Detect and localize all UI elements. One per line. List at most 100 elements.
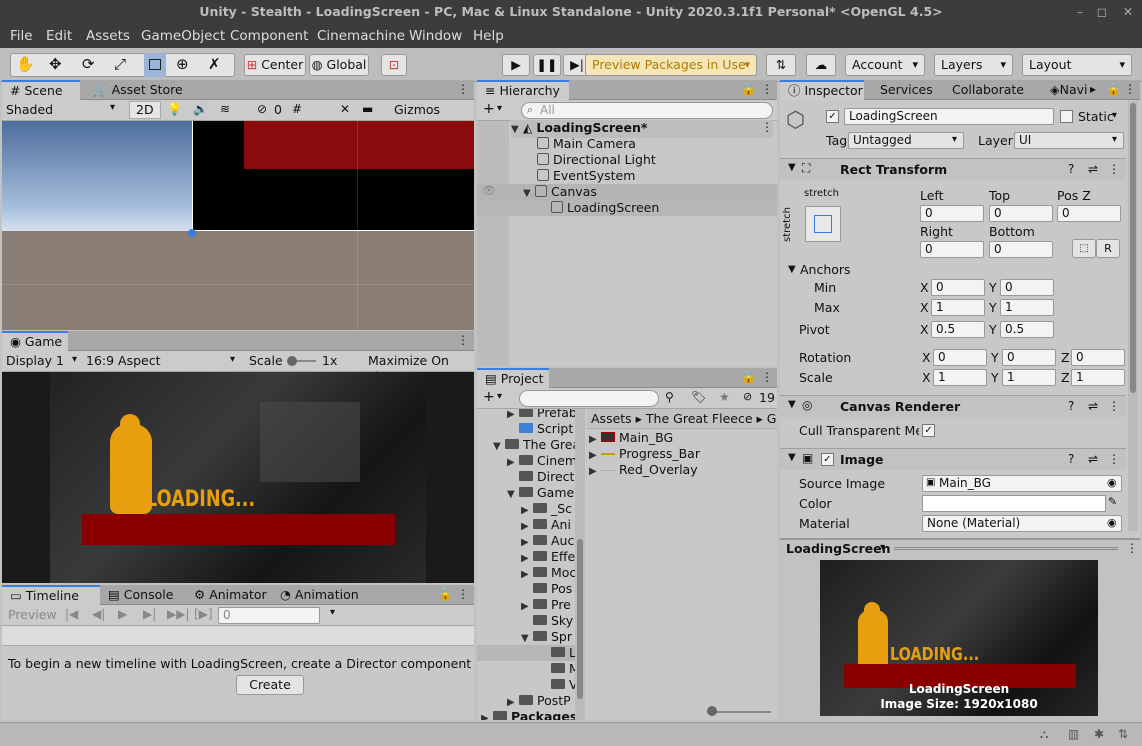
project-search-input[interactable] (519, 390, 659, 407)
preset-icon[interactable]: ⇌ (1088, 452, 1098, 466)
canvas-renderer-header[interactable]: ▼ ◎ Canvas Renderer ? ⇌ ⋮ (780, 395, 1126, 417)
hidden-packages-icon[interactable]: ⊘ (743, 390, 752, 403)
bottom-field[interactable]: 0 (989, 241, 1053, 258)
anchor-preset-button[interactable] (805, 206, 841, 242)
pause-icon[interactable]: ❚❚ (533, 54, 561, 76)
help-icon[interactable]: ? (1068, 399, 1074, 413)
visibility-icon[interactable]: 👁 (482, 184, 496, 197)
anchor-min-y-field[interactable]: 0 (1000, 279, 1054, 296)
progress-icon[interactable]: ▥ (1068, 727, 1079, 741)
folder-packages[interactable]: ▶ Packages (481, 709, 577, 720)
create-icon[interactable]: + (483, 101, 495, 117)
hierarchy-item-directional-light[interactable]: Directional Light (537, 152, 656, 168)
close-icon[interactable]: ✕ (1116, 0, 1140, 24)
pivot-y-field[interactable]: 0.5 (1000, 321, 1054, 338)
play-icon[interactable]: ▶ (502, 54, 530, 76)
tab-inspector[interactable]: ⓘ Inspector (780, 80, 864, 100)
component-menu-icon[interactable]: ⋮ (1108, 452, 1120, 466)
menu-gameobject[interactable]: GameObject (141, 28, 225, 44)
preview-packages-dropdown[interactable]: Preview Packages in Use (585, 54, 757, 76)
anchors-collapse-icon[interactable]: ▼ (788, 264, 796, 275)
filter-label-icon[interactable]: 🏷 (691, 390, 706, 404)
inspector-scrollbar[interactable] (1128, 101, 1138, 531)
folder-sky[interactable]: Sky (533, 613, 573, 629)
active-checkbox[interactable]: ✓ (826, 110, 839, 123)
snap-icon[interactable]: ⊡ (381, 54, 407, 76)
aspect-dropdown[interactable]: 16:9 Aspect (86, 353, 161, 369)
layout-dropdown[interactable]: Layout (1022, 54, 1132, 76)
folder-direct[interactable]: Direct (519, 469, 574, 485)
folder-v[interactable]: V (551, 677, 578, 693)
anchor-min-x-field[interactable]: 0 (931, 279, 985, 296)
last-frame-icon[interactable]: ▶▶| (167, 607, 190, 621)
folder-script[interactable]: Script (519, 421, 573, 437)
cull-transparent-checkbox[interactable]: ✓ (922, 424, 935, 437)
component-menu-icon[interactable]: ⋮ (1108, 399, 1120, 413)
tab-timeline[interactable]: ▭ Timeline (2, 585, 100, 605)
tab-collaborate[interactable]: Collaborate (944, 80, 1040, 100)
raw-edit-button[interactable]: R (1096, 239, 1120, 258)
debug-icon[interactable]: ✱ (1094, 727, 1104, 741)
static-dropdown-icon[interactable]: ▾ (1112, 110, 1117, 121)
tab-navigation[interactable]: ◈Navi (1042, 80, 1094, 100)
anchor-max-x-field[interactable]: 1 (931, 299, 985, 316)
help-icon[interactable]: ? (1068, 452, 1074, 466)
lighting-icon[interactable]: 💡 (167, 102, 182, 116)
pivot-x-field[interactable]: 0.5 (931, 321, 985, 338)
menu-cinemachine[interactable]: Cinemachine (317, 28, 405, 44)
scene-menu-icon[interactable]: ⋮ (457, 82, 469, 96)
right-field[interactable]: 0 (920, 241, 984, 258)
preview-title[interactable]: LoadingScreen (786, 541, 891, 556)
left-field[interactable]: 0 (920, 205, 984, 222)
menu-assets[interactable]: Assets (86, 28, 130, 44)
global-local-button[interactable]: ◍ Global (309, 54, 369, 76)
static-checkbox[interactable] (1060, 110, 1073, 123)
pivot-center-button[interactable]: ⊞ Center (244, 54, 306, 76)
timeline-play-icon[interactable]: ▶ (118, 607, 127, 621)
component-menu-icon[interactable]: ⋮ (1108, 162, 1120, 176)
scene-viewport[interactable] (2, 121, 474, 330)
filter-type-icon[interactable]: ⚲ (665, 390, 674, 404)
hand-tool-icon[interactable]: ✋ (16, 55, 35, 73)
preview-menu-icon[interactable]: ⋮ (1126, 541, 1138, 555)
move-tool-icon[interactable]: ✥ (49, 55, 62, 73)
effects-icon[interactable]: ≋ (220, 102, 230, 116)
project-menu-icon[interactable]: ⋮ (761, 370, 773, 384)
hierarchy-item-eventsystem[interactable]: EventSystem (537, 168, 635, 184)
preset-icon[interactable]: ⇌ (1088, 162, 1098, 176)
account-dropdown[interactable]: Account (845, 54, 925, 76)
rotation-x-field[interactable]: 0 (933, 349, 987, 366)
scale-tool-icon[interactable]: ⤢ (114, 55, 126, 73)
lock-icon[interactable]: 🔒 (438, 587, 453, 601)
pivot-handle[interactable] (188, 229, 196, 237)
shading-mode-dropdown[interactable]: Shaded (6, 102, 53, 118)
tab-services[interactable]: Services (872, 80, 952, 100)
range-icon[interactable]: [▶] (194, 607, 213, 621)
tools-icon[interactable]: ✕ (340, 102, 350, 116)
breadcrumb-ga[interactable]: Ga (767, 411, 777, 426)
color-swatch[interactable] (922, 495, 1106, 512)
breadcrumb-assets[interactable]: Assets (591, 411, 632, 426)
tab-scene[interactable]: # Scene (2, 80, 80, 100)
rotation-z-field[interactable]: 0 (1071, 349, 1125, 366)
favorite-icon[interactable]: ★ (719, 390, 730, 404)
hierarchy-menu-icon[interactable]: ⋮ (761, 82, 773, 96)
collab-icon[interactable]: ⇅ (766, 54, 796, 76)
create-director-button[interactable]: Create (236, 675, 304, 695)
gizmos-dropdown[interactable]: Gizmos (394, 102, 440, 118)
first-frame-icon[interactable]: |◀ (65, 607, 78, 621)
preset-icon[interactable]: ⇌ (1088, 399, 1098, 413)
tab-console[interactable]: ▤ Console (100, 585, 176, 605)
posz-field[interactable]: 0 (1057, 205, 1121, 222)
game-viewport[interactable]: LOADING... (2, 372, 474, 583)
material-field[interactable]: None (Material) (922, 515, 1122, 532)
rect-tool-icon[interactable] (144, 53, 166, 77)
eyedropper-icon[interactable]: ✎ (1108, 495, 1117, 508)
scale-x-field[interactable]: 1 (933, 369, 987, 386)
layer-dropdown[interactable]: UI (1014, 132, 1124, 149)
breadcrumb-great-fleece[interactable]: The Great Fleece (646, 411, 753, 426)
2d-toggle[interactable]: 2D (129, 101, 161, 119)
inspector-lock-icon[interactable]: 🔒 (1106, 82, 1121, 96)
project-create-icon[interactable]: + (483, 389, 495, 405)
rotation-y-field[interactable]: 0 (1002, 349, 1056, 366)
